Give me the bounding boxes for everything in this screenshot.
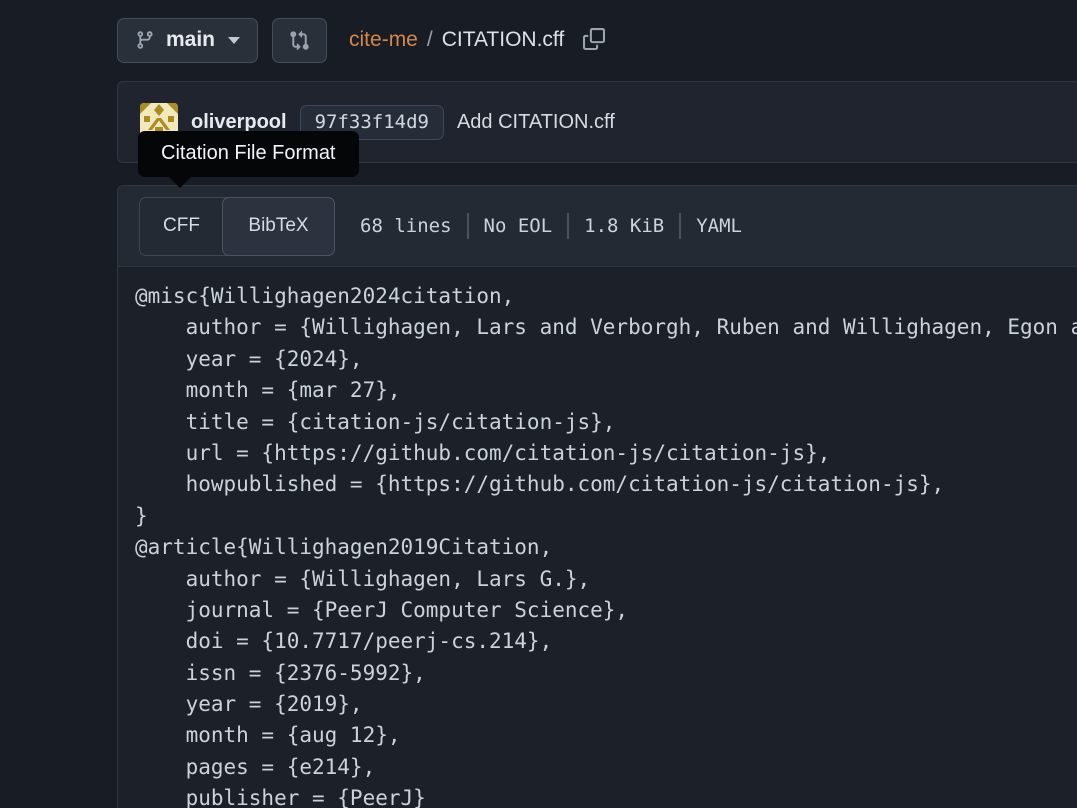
breadcrumb-repo-link[interactable]: cite-me bbox=[349, 28, 418, 52]
code-line: author = {Willighagen, Lars and Verborgh… bbox=[135, 312, 1077, 343]
breadcrumb: cite-me / CITATION.cff bbox=[349, 26, 607, 55]
tooltip-arrow bbox=[168, 176, 192, 188]
compare-button[interactable] bbox=[272, 18, 327, 63]
meta-divider bbox=[467, 213, 469, 239]
tooltip-text: Citation File Format bbox=[161, 142, 336, 164]
code-line: title = {citation-js/citation-js}, bbox=[135, 407, 1077, 438]
breadcrumb-separator: / bbox=[427, 28, 433, 52]
tooltip: Citation File Format bbox=[138, 131, 359, 177]
code-line: month = {aug 12}, bbox=[135, 720, 1077, 751]
code-line: month = {mar 27}, bbox=[135, 375, 1077, 406]
code-line: year = {2019}, bbox=[135, 689, 1077, 720]
code-line: author = {Willighagen, Lars G.}, bbox=[135, 564, 1077, 595]
chevron-down-icon bbox=[228, 37, 240, 44]
code-line: year = {2024}, bbox=[135, 344, 1077, 375]
copy-path-button[interactable] bbox=[581, 26, 607, 55]
file-meta-language: YAML bbox=[696, 215, 742, 237]
code-line: } bbox=[135, 501, 1077, 532]
git-branch-icon bbox=[135, 30, 155, 50]
breadcrumb-file-name: CITATION.cff bbox=[442, 28, 565, 52]
code-lines: @misc{Willighagen2024citation, author = … bbox=[118, 267, 1077, 808]
tab-cff[interactable]: CFF bbox=[140, 198, 223, 255]
meta-divider bbox=[679, 213, 681, 239]
file-format-tab-group: CFF BibTeX bbox=[139, 197, 335, 256]
meta-divider bbox=[567, 213, 569, 239]
commit-message: Add CITATION.cff bbox=[457, 111, 615, 134]
git-compare-icon bbox=[289, 30, 310, 51]
code-line: publisher = {PeerJ} bbox=[135, 783, 1077, 808]
file-view-panel: CFF BibTeX 68 lines No EOL 1.8 KiB YAML … bbox=[117, 185, 1077, 808]
file-meta: 68 lines No EOL 1.8 KiB YAML bbox=[360, 213, 742, 239]
code-line: @misc{Willighagen2024citation, bbox=[135, 281, 1077, 312]
code-line: journal = {PeerJ Computer Science}, bbox=[135, 595, 1077, 626]
file-meta-lines: 68 lines bbox=[360, 215, 452, 237]
file-meta-size: 1.8 KiB bbox=[584, 215, 664, 237]
code-line: @article{Willighagen2019Citation, bbox=[135, 532, 1077, 563]
code-line: howpublished = {https://github.com/citat… bbox=[135, 469, 1077, 500]
code-line: doi = {10.7717/peerj-cs.214}, bbox=[135, 626, 1077, 657]
top-bar: main cite-me / CITATION.cff bbox=[117, 17, 1077, 63]
copy-icon bbox=[583, 28, 605, 50]
branch-selector-button[interactable]: main bbox=[117, 18, 258, 63]
tab-bibtex[interactable]: BibTeX bbox=[222, 197, 335, 256]
branch-name-label: main bbox=[166, 28, 215, 52]
file-header: CFF BibTeX 68 lines No EOL 1.8 KiB YAML bbox=[118, 186, 1077, 267]
code-line: url = {https://github.com/citation-js/ci… bbox=[135, 438, 1077, 469]
code-line: issn = {2376-5992}, bbox=[135, 658, 1077, 689]
file-meta-eol: No EOL bbox=[484, 215, 553, 237]
code-line: pages = {e214}, bbox=[135, 752, 1077, 783]
